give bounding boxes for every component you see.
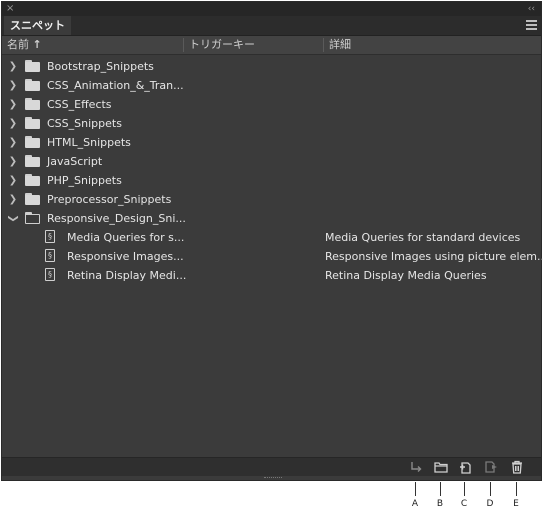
folder-row[interactable]: ❯ CSS_Snippets	[2, 114, 541, 133]
callout-line	[464, 482, 465, 496]
snippet-file-icon: §	[45, 230, 55, 243]
snippet-name: Media Queries for s...	[67, 231, 185, 244]
folder-icon	[25, 174, 40, 186]
folder-row[interactable]: ❯ CSS_Animation_&_Tran...	[2, 76, 541, 95]
snippet-file-icon: §	[45, 249, 55, 262]
callout-label: A	[411, 499, 419, 509]
tab-snippets[interactable]: スニペット	[4, 16, 71, 35]
chevron-right-icon[interactable]: ❯	[8, 171, 18, 190]
sort-ascending-icon: ↑	[32, 38, 42, 51]
folder-icon	[25, 136, 40, 148]
panel-tab-row: スニペット	[2, 16, 541, 36]
callout-label: C	[460, 499, 468, 509]
snippets-panel: × ‹‹ スニペット 名前 ↑ トリガーキー 詳細 ❯ Bootstrap_Sn…	[1, 1, 544, 481]
callout-label: D	[486, 499, 494, 509]
callout-line	[516, 482, 517, 496]
callout-label: B	[436, 499, 444, 509]
chevron-right-icon[interactable]: ❯	[8, 57, 18, 76]
new-folder-icon[interactable]	[434, 460, 448, 474]
column-header: 名前 ↑ トリガーキー 詳細	[2, 36, 541, 55]
snippet-row[interactable]: § Responsive Images... Responsive Images…	[2, 247, 544, 266]
column-name[interactable]: 名前 ↑	[7, 36, 42, 54]
folder-icon	[25, 117, 40, 129]
chevron-right-icon[interactable]: ❯	[8, 152, 18, 171]
folder-row[interactable]: ❯ Preprocessor_Snippets	[2, 190, 541, 209]
folder-label: CSS_Effects	[47, 98, 112, 111]
edit-snippet-icon[interactable]	[484, 460, 498, 474]
folder-label: CSS_Snippets	[47, 117, 122, 130]
folder-row[interactable]: ❯ JavaScript	[2, 152, 541, 171]
folder-icon	[25, 155, 40, 167]
snippet-name: Retina Display Medi...	[67, 269, 187, 282]
folder-label: CSS_Animation_&_Tran...	[47, 79, 184, 92]
folder-label: JavaScript	[47, 155, 103, 168]
folder-row[interactable]: ❯ Responsive_Design_Sni...	[2, 209, 541, 228]
folder-row[interactable]: ❯ Bootstrap_Snippets	[2, 57, 541, 76]
callout-line	[490, 482, 491, 496]
trash-icon[interactable]	[510, 460, 524, 474]
column-name-label: 名前	[7, 38, 29, 51]
folder-row[interactable]: ❯ HTML_Snippets	[2, 133, 541, 152]
folder-icon	[25, 60, 40, 72]
folder-label: HTML_Snippets	[47, 136, 131, 149]
snippet-description: Media Queries for standard devices	[325, 231, 521, 244]
resize-grip[interactable]	[264, 477, 282, 480]
folder-icon	[25, 79, 40, 91]
callout-line	[415, 482, 416, 496]
snippet-row[interactable]: § Retina Display Medi... Retina Display …	[2, 266, 541, 285]
collapse-panel-icon[interactable]: ‹‹	[528, 2, 535, 16]
snippet-file-icon: §	[45, 268, 55, 281]
panel-menu-icon[interactable]	[526, 20, 537, 30]
folder-label: PHP_Snippets	[47, 174, 122, 187]
folder-label: Preprocessor_Snippets	[47, 193, 172, 206]
chevron-right-icon[interactable]: ❯	[8, 190, 18, 209]
chevron-right-icon[interactable]: ❯	[8, 95, 18, 114]
snippet-name: Responsive Images...	[67, 250, 184, 263]
callout-line	[440, 482, 441, 496]
chevron-right-icon[interactable]: ❯	[8, 114, 18, 133]
insert-icon[interactable]	[409, 460, 423, 474]
callout-label: E	[513, 499, 519, 509]
column-trigger-key[interactable]: トリガーキー	[189, 36, 255, 54]
snippet-description: Retina Display Media Queries	[325, 269, 487, 282]
panel-titlebar: × ‹‹	[2, 2, 541, 16]
panel-footer-toolbar	[2, 457, 541, 476]
chevron-right-icon[interactable]: ❯	[8, 133, 18, 152]
folder-row[interactable]: ❯ CSS_Effects	[2, 95, 541, 114]
new-snippet-icon[interactable]	[458, 460, 472, 474]
folder-row[interactable]: ❯ PHP_Snippets	[2, 171, 541, 190]
snippet-row[interactable]: § Media Queries for s... Media Queries f…	[2, 228, 541, 247]
snippet-tree: ❯ Bootstrap_Snippets ❯ CSS_Animation_&_T…	[2, 57, 544, 285]
open-folder-icon	[25, 212, 40, 224]
column-details[interactable]: 詳細	[329, 36, 351, 54]
folder-icon	[25, 98, 40, 110]
chevron-down-icon[interactable]: ❯	[4, 214, 23, 224]
folder-icon	[25, 193, 40, 205]
column-divider[interactable]	[323, 38, 324, 52]
snippet-description: Responsive Images using picture elem...	[325, 250, 544, 263]
folder-label: Bootstrap_Snippets	[47, 60, 154, 73]
column-divider[interactable]	[183, 38, 184, 52]
folder-label: Responsive_Design_Sni...	[47, 212, 186, 225]
close-icon[interactable]: ×	[6, 2, 14, 16]
chevron-right-icon[interactable]: ❯	[8, 76, 18, 95]
